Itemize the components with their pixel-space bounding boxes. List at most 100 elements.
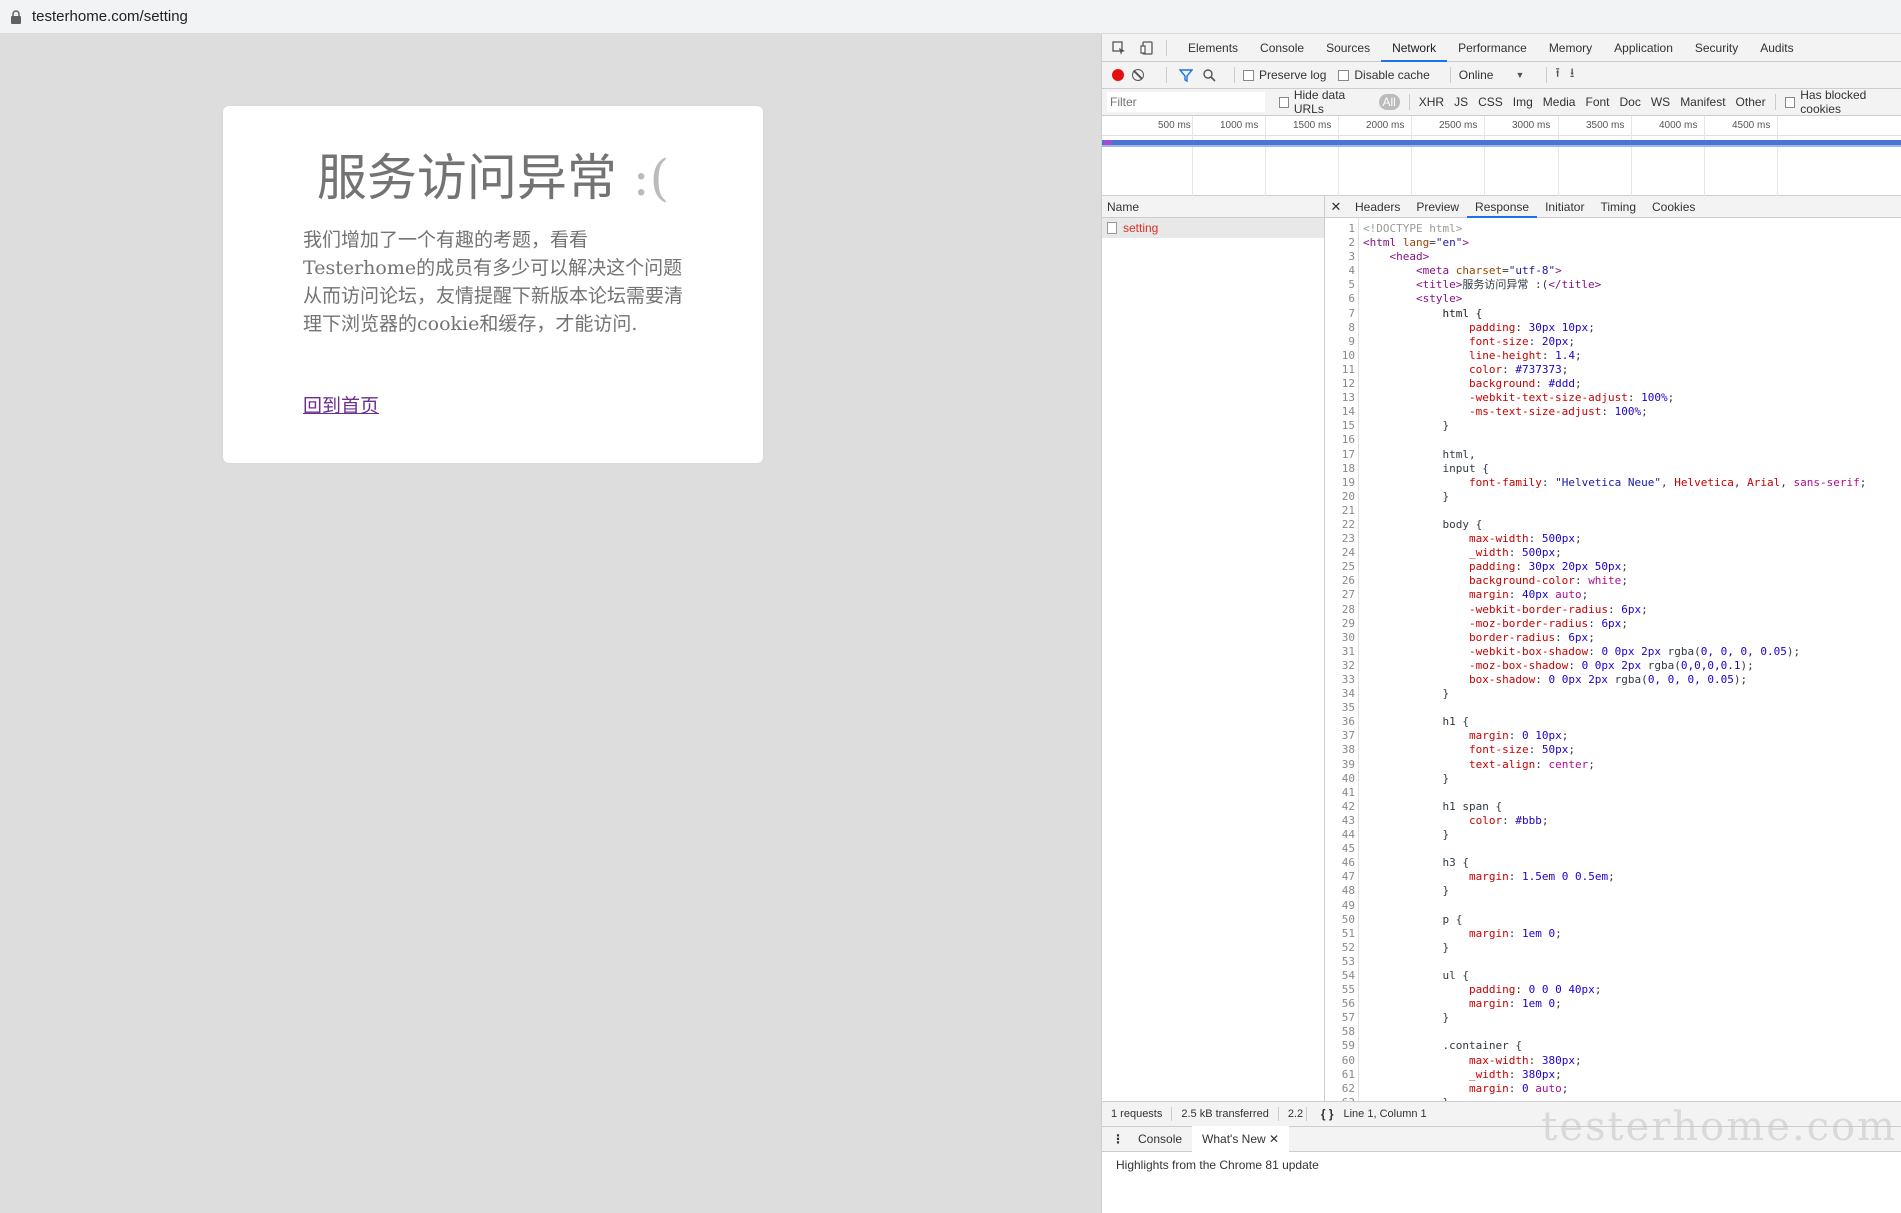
overview-ruler: 500 ms 1000 ms 1500 ms 2000 ms 2500 ms 3… (1102, 116, 1901, 136)
whats-new-content: Highlights from the Chrome 81 update (1102, 1152, 1901, 1213)
error-card: 服务访问异常 :( 我们增加了一个有趣的考题，看看Testerhome的成员有多… (223, 106, 763, 463)
overview-request-mark (1104, 140, 1112, 145)
tab-preview[interactable]: Preview (1408, 196, 1467, 218)
type-filter-xhr[interactable]: XHR (1419, 95, 1444, 109)
grid-line (1484, 116, 1485, 196)
inspect-icon[interactable] (1108, 37, 1130, 59)
grid-line (1558, 116, 1559, 196)
type-filter-manifest[interactable]: Manifest (1680, 95, 1725, 109)
overview-tick: 3000 ms (1512, 120, 1551, 131)
hide-data-urls-label: Hide data URLs (1293, 88, 1346, 116)
search-icon[interactable] (1203, 68, 1216, 82)
home-link[interactable]: 回到首页 (303, 391, 379, 418)
line-numbers: 1 2 3 4 5 6 7 8 9 10 11 12 13 14 15 16 1… (1341, 222, 1355, 1101)
lock-icon (11, 9, 21, 24)
network-toolbar: Preserve log Disable cache Online ▼ ⭱ ⭳ (1102, 62, 1901, 89)
type-filter-all[interactable]: All (1378, 94, 1400, 110)
close-icon[interactable]: ✕ (1269, 1132, 1279, 1146)
clear-icon[interactable] (1132, 69, 1144, 81)
type-filter-img[interactable]: Img (1513, 95, 1533, 109)
preserve-log-label: Preserve log (1259, 68, 1327, 82)
export-har-icon[interactable]: ⭳ (1570, 64, 1575, 86)
grid-line (1338, 116, 1339, 196)
overview-tick: 4500 ms (1732, 120, 1771, 131)
throttle-select[interactable]: Online (1459, 68, 1494, 82)
address-bar[interactable]: testerhome.com/setting (0, 0, 1901, 34)
tab-cookies[interactable]: Cookies (1644, 196, 1703, 218)
type-filter-other[interactable]: Other (1736, 95, 1766, 109)
tab-console[interactable]: Console (1249, 34, 1315, 62)
tab-memory[interactable]: Memory (1538, 34, 1603, 62)
tab-separator (1166, 39, 1167, 56)
drawer-tab-console[interactable]: Console (1128, 1126, 1192, 1152)
cursor-position: Line 1, Column 1 (1343, 1108, 1427, 1120)
pretty-print-icon[interactable]: { } (1321, 1107, 1334, 1121)
type-filter-media[interactable]: Media (1543, 95, 1576, 109)
tab-timing[interactable]: Timing (1592, 196, 1644, 218)
toolbar-separator (1166, 67, 1167, 83)
tab-performance[interactable]: Performance (1447, 34, 1538, 62)
filter-separator (1408, 94, 1410, 110)
hide-data-urls-checkbox[interactable] (1279, 96, 1289, 108)
drawer-tab-whats-new[interactable]: What's New ✕ (1192, 1126, 1290, 1152)
request-name: setting (1123, 221, 1159, 235)
tab-sources[interactable]: Sources (1315, 34, 1381, 62)
watermark: testerhome.com (1541, 1104, 1897, 1150)
url-text[interactable]: testerhome.com/setting (32, 8, 188, 25)
tab-elements[interactable]: Elements (1177, 34, 1249, 62)
type-filter-js[interactable]: JS (1454, 95, 1468, 109)
type-filter-font[interactable]: Font (1585, 95, 1609, 109)
tab-headers[interactable]: Headers (1347, 196, 1408, 218)
tab-security[interactable]: Security (1684, 34, 1749, 62)
disable-cache-checkbox[interactable] (1338, 69, 1350, 81)
record-icon[interactable] (1112, 69, 1124, 81)
has-blocked-cookies-checkbox[interactable] (1785, 96, 1796, 108)
request-details: ✕ Headers Preview Response Initiator Tim… (1325, 196, 1901, 1101)
overview-tick: 2500 ms (1439, 120, 1478, 131)
document-icon (1107, 222, 1117, 234)
overview-timing-bar-light (1102, 145, 1901, 147)
type-filter-ws[interactable]: WS (1651, 95, 1670, 109)
devtools-tabbar: Elements Console Sources Network Perform… (1102, 34, 1901, 62)
network-overview[interactable]: 500 ms 1000 ms 1500 ms 2000 ms 2500 ms 3… (1102, 116, 1901, 196)
overview-tick: 2000 ms (1366, 120, 1405, 131)
grid-line (1777, 116, 1778, 196)
tab-application[interactable]: Application (1603, 34, 1684, 62)
toolbar-separator (1449, 67, 1451, 83)
close-icon[interactable]: ✕ (1325, 199, 1347, 215)
filter-separator (1774, 94, 1776, 110)
import-har-icon[interactable]: ⭱ (1555, 64, 1560, 86)
source-code: <!DOCTYPE html> <html lang="en"> <head> … (1363, 222, 1867, 1101)
grid-line (1704, 116, 1705, 196)
overview-tick: 3500 ms (1586, 120, 1625, 131)
request-row[interactable]: setting (1102, 218, 1324, 238)
tab-initiator[interactable]: Initiator (1537, 196, 1592, 218)
more-tools-icon[interactable]: ⋮ (1108, 1132, 1128, 1146)
overview-tick: 1000 ms (1220, 120, 1259, 131)
transferred-size: 2.5 kB transferred (1172, 1107, 1279, 1121)
overview-tick: 500 ms (1158, 120, 1191, 131)
tab-audits[interactable]: Audits (1749, 34, 1804, 62)
overview-tick: 4000 ms (1659, 120, 1698, 131)
name-column-header[interactable]: Name (1102, 196, 1324, 218)
devtools-panel: Elements Console Sources Network Perform… (1101, 34, 1901, 1213)
response-source[interactable]: 1 2 3 4 5 6 7 8 9 10 11 12 13 14 15 16 1… (1325, 218, 1901, 1101)
resource-size: 2.2 k (1279, 1107, 1307, 1121)
type-filter-css[interactable]: CSS (1478, 95, 1503, 109)
type-filter-doc[interactable]: Doc (1620, 95, 1641, 109)
chevron-down-icon[interactable]: ▼ (1515, 70, 1524, 80)
disable-cache-label: Disable cache (1354, 68, 1430, 82)
request-count: 1 requests (1102, 1107, 1173, 1121)
filter-bar: Hide data URLs All XHR JS CSS Img Media … (1102, 88, 1901, 116)
page-title: 服务访问异常 :( (223, 138, 763, 210)
filter-icon[interactable] (1179, 68, 1193, 82)
error-message: 我们增加了一个有趣的考题，看看Testerhome的成员有多少可以解决这个问题从… (303, 229, 684, 335)
overview-tick: 1500 ms (1293, 120, 1332, 131)
tab-network[interactable]: Network (1381, 34, 1448, 62)
has-blocked-cookies-label: Has blocked cookies (1800, 88, 1867, 116)
device-toggle-icon[interactable] (1136, 37, 1158, 59)
detail-tabbar: ✕ Headers Preview Response Initiator Tim… (1325, 196, 1901, 218)
filter-input[interactable] (1107, 92, 1265, 112)
tab-response[interactable]: Response (1467, 196, 1538, 218)
preserve-log-checkbox[interactable] (1243, 69, 1254, 81)
